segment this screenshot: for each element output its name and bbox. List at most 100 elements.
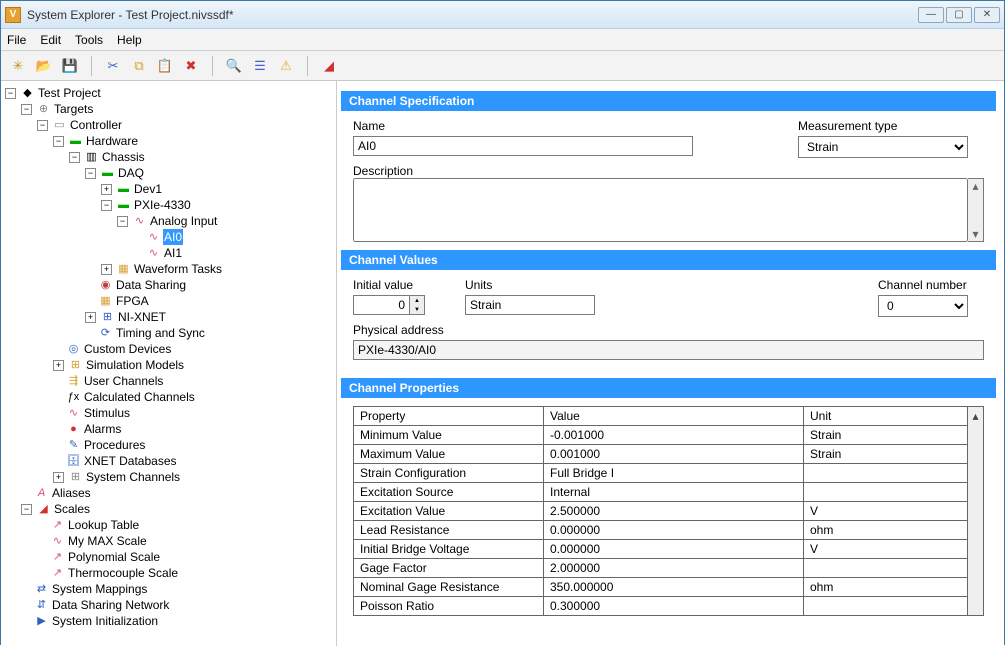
col-unit[interactable]: Unit (804, 407, 968, 426)
tree-sysinit[interactable]: System Initialization (51, 613, 159, 629)
measurement-type-select[interactable]: Strain (798, 136, 968, 158)
expand-icon[interactable]: − (21, 104, 32, 115)
delete-icon[interactable]: ✖ (182, 57, 200, 75)
scrollbar[interactable]: ▴ (968, 406, 984, 616)
tree-lookup[interactable]: Lookup Table (67, 517, 140, 533)
copy-icon[interactable]: ⧉ (130, 57, 148, 75)
prop-value[interactable]: Full Bridge I (544, 464, 804, 483)
tree-ai[interactable]: Analog Input (149, 213, 218, 229)
warning-icon[interactable]: ⚠ (277, 57, 295, 75)
tree-stimulus[interactable]: Stimulus (83, 405, 131, 421)
spinner[interactable]: ▲▼ (409, 295, 425, 315)
cut-icon[interactable]: ✂ (104, 57, 122, 75)
tree-controller[interactable]: Controller (69, 117, 123, 133)
table-row[interactable]: Maximum Value0.001000Strain (354, 445, 968, 464)
project-tree[interactable]: −◆Test Project −⊕Targets −▭Controller −▬… (1, 81, 337, 646)
table-row[interactable]: Initial Bridge Voltage0.000000V (354, 540, 968, 559)
tree-alarms[interactable]: Alarms (83, 421, 122, 437)
list-icon[interactable]: ☰ (251, 57, 269, 75)
tree-poly[interactable]: Polynomial Scale (67, 549, 161, 565)
menu-file[interactable]: File (7, 33, 26, 47)
tree-dev1[interactable]: Dev1 (133, 181, 163, 197)
tree-scales[interactable]: Scales (53, 501, 91, 517)
tree-waveform[interactable]: Waveform Tasks (133, 261, 223, 277)
tree-xnetdb[interactable]: XNET Databases (83, 453, 178, 469)
expand-icon[interactable]: + (101, 264, 112, 275)
tree-calc[interactable]: Calculated Channels (83, 389, 196, 405)
tree-mymax[interactable]: My MAX Scale (67, 533, 148, 549)
tree-sysch[interactable]: System Channels (85, 469, 181, 485)
prop-value[interactable]: 2.500000 (544, 502, 804, 521)
initial-value-input[interactable] (353, 295, 409, 315)
tree-aliases[interactable]: Aliases (51, 485, 92, 501)
expand-icon[interactable]: − (85, 168, 96, 179)
tree-custom[interactable]: Custom Devices (83, 341, 172, 357)
col-value[interactable]: Value (544, 407, 804, 426)
expand-icon[interactable]: − (5, 88, 16, 99)
tree-ai0[interactable]: AI0 (163, 229, 183, 245)
prop-value[interactable]: 350.000000 (544, 578, 804, 597)
units-input[interactable] (465, 295, 595, 315)
expand-icon[interactable]: + (101, 184, 112, 195)
expand-icon[interactable]: − (101, 200, 112, 211)
tree-sim[interactable]: Simulation Models (85, 357, 185, 373)
menu-help[interactable]: Help (117, 33, 142, 47)
tree-daq[interactable]: DAQ (117, 165, 145, 181)
tree-root[interactable]: Test Project (37, 85, 102, 101)
description-textarea[interactable] (353, 178, 968, 242)
table-row[interactable]: Excitation SourceInternal (354, 483, 968, 502)
tree-dsn[interactable]: Data Sharing Network (51, 597, 170, 613)
expand-icon[interactable]: + (85, 312, 96, 323)
expand-icon[interactable]: − (69, 152, 80, 163)
prop-value[interactable]: 0.001000 (544, 445, 804, 464)
tree-pxie[interactable]: PXIe-4330 (133, 197, 192, 213)
menu-tools[interactable]: Tools (75, 33, 103, 47)
tree-chassis[interactable]: Chassis (101, 149, 146, 165)
prop-value[interactable]: 2.000000 (544, 559, 804, 578)
expand-icon[interactable]: − (117, 216, 128, 227)
tree-userch[interactable]: User Channels (83, 373, 164, 389)
tree-procedures[interactable]: Procedures (83, 437, 146, 453)
tree-targets[interactable]: Targets (53, 101, 94, 117)
name-input[interactable] (353, 136, 693, 156)
tree-timing[interactable]: Timing and Sync (115, 325, 206, 341)
prop-value[interactable]: 0.000000 (544, 521, 804, 540)
col-property[interactable]: Property (354, 407, 544, 426)
paste-icon[interactable]: 📋 (156, 57, 174, 75)
tree-fpga[interactable]: FPGA (115, 293, 150, 309)
open-icon[interactable]: 📂 (35, 57, 53, 75)
prop-value[interactable]: -0.001000 (544, 426, 804, 445)
new-icon[interactable]: ✳ (9, 57, 27, 75)
find-icon[interactable]: 🔍 (225, 57, 243, 75)
table-row[interactable]: Poisson Ratio0.300000 (354, 597, 968, 616)
expand-icon[interactable]: + (53, 360, 64, 371)
save-icon[interactable]: 💾 (61, 57, 79, 75)
close-button[interactable]: ✕ (974, 7, 1000, 23)
table-row[interactable]: Excitation Value2.500000V (354, 502, 968, 521)
expand-icon[interactable]: − (37, 120, 48, 131)
scrollbar[interactable]: ▴▾ (968, 178, 984, 242)
table-row[interactable]: Strain ConfigurationFull Bridge I (354, 464, 968, 483)
tree-datasharing[interactable]: Data Sharing (115, 277, 187, 293)
expand-icon[interactable]: − (21, 504, 32, 515)
maximize-button[interactable]: ▢ (946, 7, 972, 23)
table-row[interactable]: Minimum Value-0.001000Strain (354, 426, 968, 445)
tree-hardware[interactable]: Hardware (85, 133, 139, 149)
menu-edit[interactable]: Edit (40, 33, 61, 47)
prop-value[interactable]: Internal (544, 483, 804, 502)
expand-icon[interactable]: − (53, 136, 64, 147)
table-row[interactable]: Lead Resistance0.000000ohm (354, 521, 968, 540)
expand-icon[interactable]: + (53, 472, 64, 483)
properties-table[interactable]: Property Value Unit Minimum Value-0.0010… (353, 406, 968, 616)
table-row[interactable]: Nominal Gage Resistance350.000000ohm (354, 578, 968, 597)
channel-number-select[interactable]: 0 (878, 295, 968, 317)
tree-ai1[interactable]: AI1 (163, 245, 183, 261)
minimize-button[interactable]: — (918, 7, 944, 23)
scale-icon[interactable]: ◢ (320, 57, 338, 75)
tree-thermo[interactable]: Thermocouple Scale (67, 565, 179, 581)
tree-sysmap[interactable]: System Mappings (51, 581, 148, 597)
prop-value[interactable]: 0.300000 (544, 597, 804, 616)
tree-nixnet[interactable]: NI-XNET (117, 309, 167, 325)
table-row[interactable]: Gage Factor2.000000 (354, 559, 968, 578)
prop-value[interactable]: 0.000000 (544, 540, 804, 559)
